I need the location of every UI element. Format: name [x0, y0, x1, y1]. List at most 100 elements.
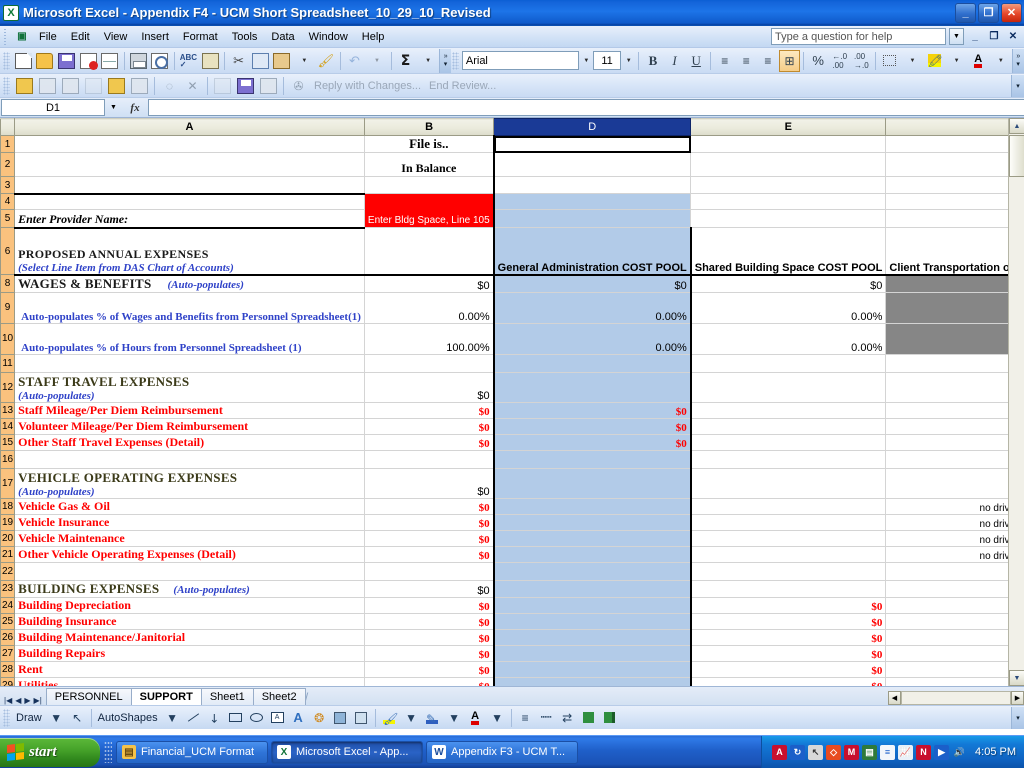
- menu-tools[interactable]: Tools: [225, 29, 265, 45]
- cell-a14[interactable]: Volunteer Mileage/Per Diem Reimbursement: [14, 417, 365, 435]
- cell-d8[interactable]: $0: [492, 273, 692, 293]
- sheet-tab-personnel[interactable]: PERSONNEL: [45, 688, 132, 705]
- column-header-f[interactable]: F: [885, 118, 1024, 136]
- scroll-up-button[interactable]: ▲: [1009, 118, 1024, 134]
- cell-a9[interactable]: Auto-populates % of Wages and Benefits f…: [14, 291, 365, 324]
- cell-b20[interactable]: $0: [363, 529, 495, 547]
- cell-d19[interactable]: [492, 513, 692, 531]
- cell-b22[interactable]: [363, 561, 495, 581]
- cell-e1[interactable]: [690, 135, 887, 153]
- paste-options-chevron-icon[interactable]: ▼: [294, 50, 316, 72]
- taskbar-item-microsoft-excel[interactable]: X Microsoft Excel - App...: [271, 740, 423, 764]
- horizontal-scrollbar[interactable]: ◀ ▶: [888, 691, 1024, 705]
- cell-f14[interactable]: [885, 417, 1024, 435]
- font-color-icon[interactable]: A: [465, 708, 486, 728]
- menu-insert[interactable]: Insert: [134, 29, 176, 45]
- cell-e20[interactable]: [689, 529, 887, 547]
- menu-grip[interactable]: [2, 28, 10, 45]
- cell-b26[interactable]: $0: [363, 628, 495, 646]
- cell-d15[interactable]: $0: [492, 433, 692, 451]
- row-header-11[interactable]: 11: [0, 353, 16, 373]
- cell-a2[interactable]: [14, 152, 365, 177]
- cell-a5-enter-provider-name[interactable]: Enter Provider Name:: [14, 209, 365, 229]
- cell-d18[interactable]: [492, 497, 692, 515]
- fill-color-chevron-icon[interactable]: ▼: [401, 708, 422, 728]
- row-header-13[interactable]: 13: [0, 401, 16, 419]
- column-header-b[interactable]: B: [363, 118, 495, 136]
- font-size-chevron-icon[interactable]: ▼: [621, 50, 635, 72]
- n-icon[interactable]: N: [916, 744, 932, 760]
- format-painter-icon[interactable]: 🖌: [315, 50, 337, 72]
- cell-f12[interactable]: [885, 371, 1024, 403]
- pointer-icon[interactable]: ↖: [808, 744, 824, 760]
- line-style-icon[interactable]: ≡: [515, 708, 536, 728]
- cell-e4[interactable]: [690, 193, 887, 210]
- chart-icon[interactable]: 📈: [898, 744, 914, 760]
- reject-changes-icon[interactable]: ✕: [181, 75, 204, 97]
- cell-f25[interactable]: [885, 612, 1024, 630]
- row-header-18[interactable]: 18: [0, 497, 16, 515]
- borders-icon[interactable]: [879, 50, 901, 72]
- cell-b21[interactable]: $0: [363, 545, 495, 563]
- cell-d29[interactable]: [492, 676, 692, 686]
- row-header-28[interactable]: 28: [0, 660, 16, 678]
- cell-a17[interactable]: VEHICLE OPERATING EXPENSES (Auto-populate…: [14, 467, 365, 499]
- cell-f3[interactable]: [885, 176, 1024, 194]
- cell-e23[interactable]: [689, 579, 887, 598]
- italic-button[interactable]: I: [664, 50, 686, 72]
- cell-b2[interactable]: In Balance: [363, 152, 495, 177]
- cell-a23[interactable]: BUILDING EXPENSES (Auto-populates): [14, 579, 365, 598]
- cell-f8[interactable]: [885, 273, 1024, 293]
- cell-f2[interactable]: [885, 152, 1024, 177]
- blue-lines-icon[interactable]: ≡: [880, 744, 896, 760]
- cell-b16[interactable]: [363, 449, 495, 469]
- cell-d24[interactable]: [492, 596, 692, 614]
- row-header-2[interactable]: 2: [0, 152, 16, 177]
- ask-a-question-input[interactable]: Type a question for help: [771, 28, 946, 45]
- sync-icon[interactable]: ↻: [790, 744, 806, 760]
- cell-e29[interactable]: $0: [689, 676, 887, 686]
- close-button[interactable]: ✕: [1001, 2, 1022, 23]
- row-header-29[interactable]: 29: [0, 676, 16, 686]
- cell-f23[interactable]: [885, 579, 1024, 598]
- paste-icon[interactable]: [271, 50, 293, 72]
- cell-f9[interactable]: [885, 291, 1024, 324]
- cell-f24[interactable]: [885, 596, 1024, 614]
- cell-b10[interactable]: 100.00%: [363, 322, 495, 355]
- column-header-a[interactable]: A: [14, 118, 365, 136]
- cell-a26[interactable]: Building Maintenance/Janitorial: [14, 628, 365, 646]
- row-header-20[interactable]: 20: [0, 529, 16, 547]
- cell-b18[interactable]: $0: [363, 497, 495, 515]
- wordart-icon[interactable]: A: [288, 708, 309, 728]
- menu-help[interactable]: Help: [355, 29, 392, 45]
- cell-b11[interactable]: [363, 353, 495, 373]
- column-header-e[interactable]: E: [690, 118, 887, 136]
- font-color-chevron-icon[interactable]: ▼: [990, 50, 1012, 72]
- reviewing-toolbar-overflow-button[interactable]: ▾: [1011, 74, 1024, 97]
- cell-f16[interactable]: [885, 449, 1024, 469]
- cell-d26[interactable]: [492, 628, 692, 646]
- cell-a11[interactable]: [14, 353, 365, 373]
- row-header-12[interactable]: 12: [0, 371, 16, 403]
- cell-f4[interactable]: [885, 193, 1024, 210]
- fill-color-icon[interactable]: 🖌: [379, 708, 400, 728]
- cell-a4[interactable]: [14, 192, 365, 210]
- row-header-21[interactable]: 21: [0, 545, 16, 563]
- toolbar-overflow-button[interactable]: » ▾: [439, 48, 452, 73]
- autosum-icon[interactable]: Σ: [395, 50, 417, 72]
- cell-b4-enter-building-space-alert[interactable]: Enter Bldg Space, Line 105: [363, 193, 495, 228]
- cell-a28[interactable]: Rent: [14, 660, 365, 678]
- cell-f11[interactable]: [885, 353, 1024, 373]
- cell-e19[interactable]: [689, 513, 887, 531]
- doc-minimize-button[interactable]: _: [967, 29, 983, 45]
- research-icon[interactable]: [199, 50, 221, 72]
- cell-d1[interactable]: [492, 135, 692, 153]
- cell-f13[interactable]: [885, 401, 1024, 419]
- previous-comment-icon[interactable]: [36, 75, 59, 97]
- spreadsheet-grid[interactable]: A B D E F G H I J 1 File is..: [0, 118, 1024, 686]
- cell-e15[interactable]: [689, 433, 887, 451]
- taskbar-item-financial-ucm-format[interactable]: ▤ Financial_UCM Format: [116, 740, 268, 764]
- cell-d20[interactable]: [492, 529, 692, 547]
- cell-b24[interactable]: $0: [363, 596, 495, 614]
- spelling-icon[interactable]: ABC ✓: [178, 50, 200, 72]
